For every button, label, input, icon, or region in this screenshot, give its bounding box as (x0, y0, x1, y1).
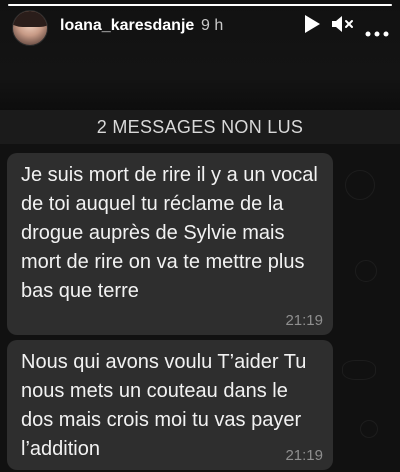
more-icon[interactable] (365, 24, 389, 42)
story-progress-bar (8, 4, 392, 6)
message-text: Je suis mort de rire il y a un vocal de … (21, 164, 318, 302)
unread-messages-banner: 2 MESSAGES NON LUS (0, 110, 400, 144)
message-bubble[interactable]: Je suis mort de rire il y a un vocal de … (7, 153, 333, 335)
message-time: 21:19 (285, 312, 323, 329)
doodle-circle (360, 420, 378, 438)
avatar-hair (13, 11, 47, 27)
message-text: Nous qui avons voulu T’aider Tu nous met… (21, 351, 307, 460)
doodle-circle (345, 170, 375, 200)
play-icon[interactable] (303, 14, 321, 39)
message-time: 21:19 (285, 447, 323, 464)
post-time: 9 h (201, 17, 224, 34)
username[interactable]: loana_karesdanje (60, 17, 194, 35)
mute-icon[interactable] (331, 14, 355, 39)
story-progress-fill (8, 4, 392, 6)
doodle-shape (342, 360, 376, 380)
doodle-circle (355, 260, 377, 282)
message-bubble[interactable]: Nous qui avons voulu T’aider Tu nous met… (7, 340, 333, 470)
avatar[interactable] (12, 10, 48, 46)
